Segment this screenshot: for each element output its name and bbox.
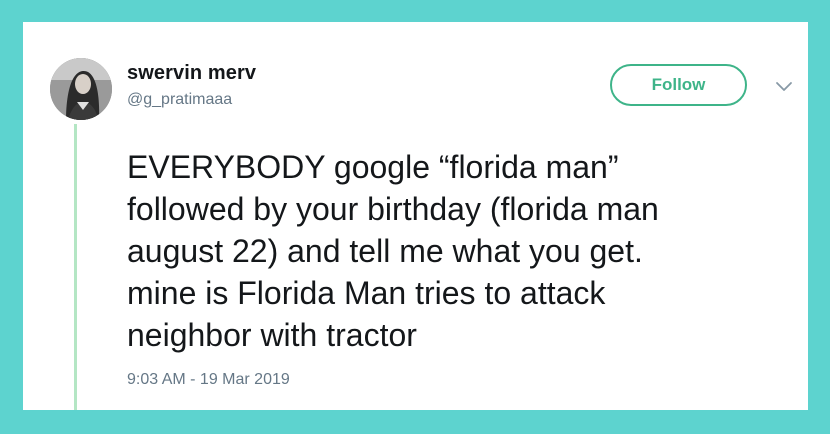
follow-button[interactable]: Follow [610, 64, 747, 106]
user-handle[interactable]: @g_pratimaaa [127, 91, 232, 109]
avatar[interactable] [50, 58, 112, 120]
tweet-text: EVERYBODY google “florida man” followed … [127, 149, 659, 353]
chevron-down-icon[interactable] [775, 80, 793, 92]
tweet-card: swervin merv @g_pratimaaa Follow EVERYBO… [23, 22, 808, 410]
tweet-timestamp[interactable]: 9:03 AM - 19 Mar 2019 [127, 371, 290, 389]
thread-line [74, 124, 77, 410]
profile-photo-icon [50, 58, 112, 120]
display-name[interactable]: swervin merv [127, 62, 256, 85]
